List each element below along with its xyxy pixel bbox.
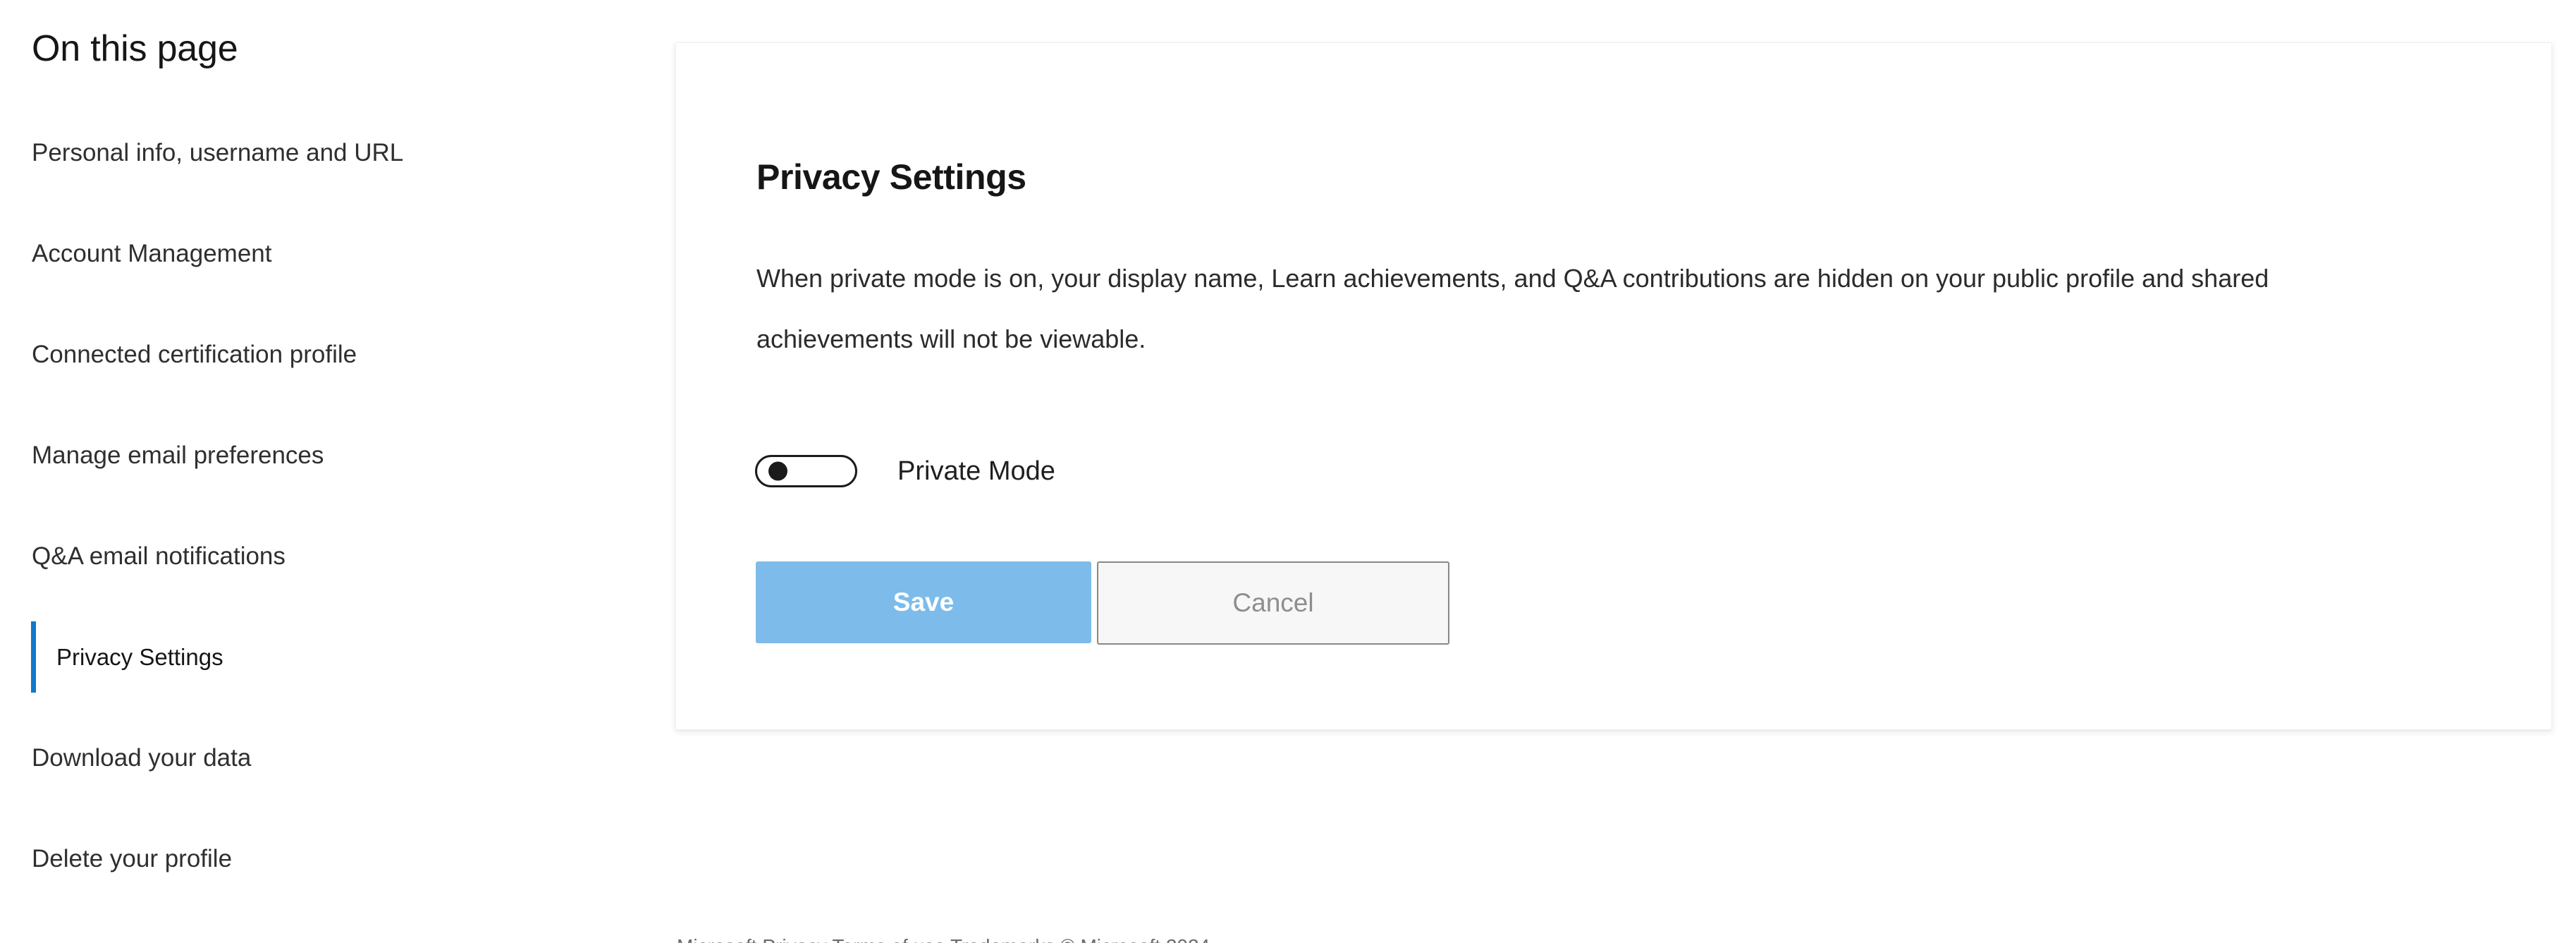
sidebar-item-qa-email-notifications[interactable]: Q&A email notifications [0,535,656,578]
card-description-text: When private mode is on, your display na… [756,264,2269,353]
page-title: On this page [32,28,238,69]
privacy-settings-card: Privacy Settings When private mode is on… [675,42,2552,730]
sidebar-item-privacy-settings[interactable]: Privacy Settings [0,621,656,693]
sidebar-item-connected-certification-profile[interactable]: Connected certification profile [0,333,656,377]
card-actions: Save Cancel [756,561,1449,645]
sidebar-item-delete-your-profile[interactable]: Delete your profile [0,837,656,881]
footer-links[interactable]: Microsoft Privacy Terms of use Trademark… [677,935,1805,943]
sidebar-item-personal-info[interactable]: Personal info, username and URL [0,131,656,175]
cancel-button[interactable]: Cancel [1097,561,1449,645]
sidebar-item-label: Personal info, username and URL [32,139,404,166]
toggle-knob-icon [768,461,787,481]
card-heading: Privacy Settings [756,157,1026,197]
sidebar-item-download-your-data[interactable]: Download your data [0,736,656,780]
sidebar-item-label: Manage email preferences [32,442,324,469]
sidebar-item-label: Download your data [32,744,252,772]
private-mode-toggle[interactable] [755,455,857,487]
table-of-contents: Personal info, username and URL Account … [0,131,656,938]
on-this-page-sidebar: On this page Personal info, username and… [0,0,656,943]
sidebar-item-account-management[interactable]: Account Management [0,232,656,276]
active-indicator-bar [31,621,36,693]
sidebar-item-label: Q&A email notifications [32,542,286,570]
save-button[interactable]: Save [756,561,1091,643]
page-root: On this page Personal info, username and… [0,0,2576,943]
private-mode-row: Private Mode [755,455,1055,487]
sidebar-item-label: Delete your profile [32,845,233,872]
sidebar-item-label: Account Management [32,240,272,267]
private-mode-label: Private Mode [897,456,1055,486]
sidebar-item-manage-email-preferences[interactable]: Manage email preferences [0,434,656,477]
sidebar-item-label: Connected certification profile [32,341,357,368]
